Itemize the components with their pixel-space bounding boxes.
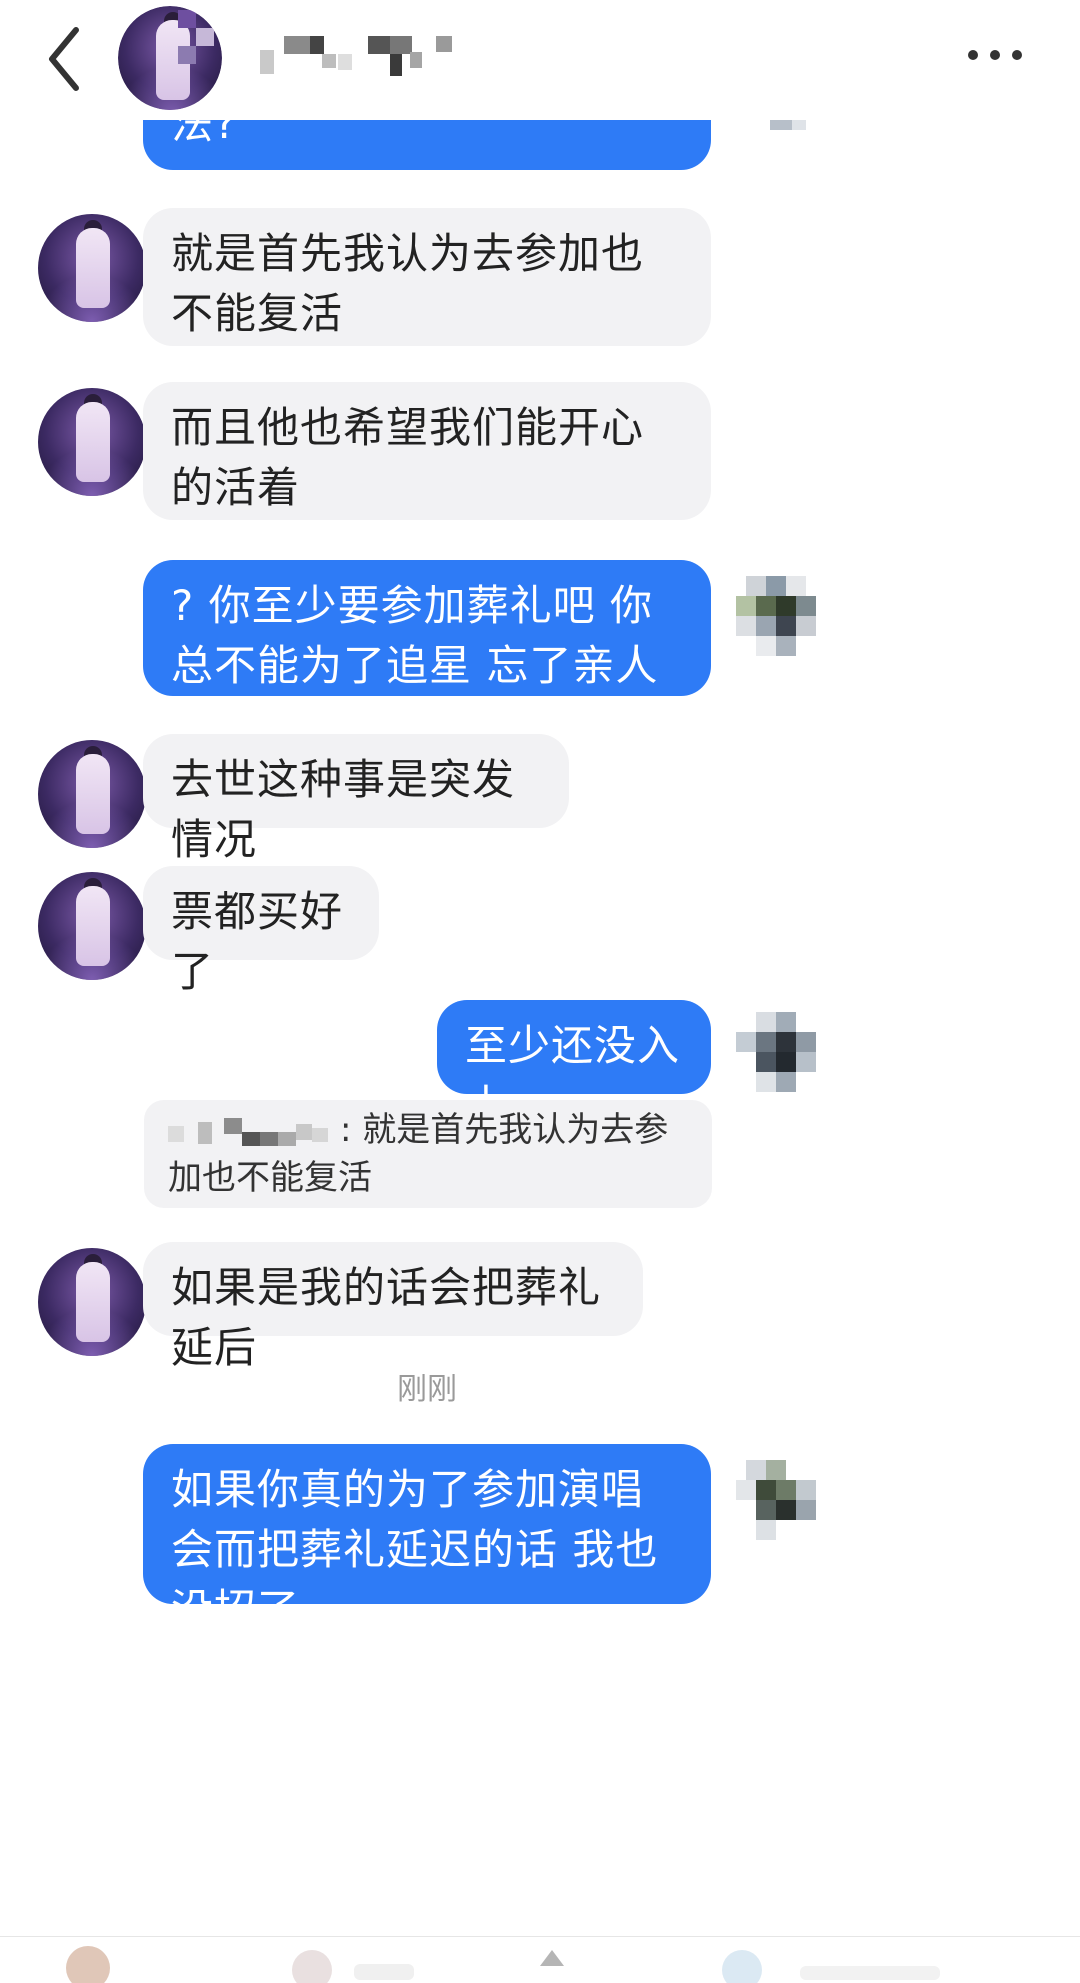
quote-separator: : [340,1110,352,1150]
contact-avatar[interactable] [118,6,222,110]
globe-icon [722,1950,762,1983]
bottom-toolbar [0,1936,1080,1983]
sticker-icon [292,1950,332,1983]
message-outgoing[interactable]: ? 你至少要参加葬礼吧 你总不能为了追星 忘了亲人吧 [143,560,711,750]
quoted-sender-pixelated [168,1117,328,1146]
self-avatar-pixelated [736,1012,816,1092]
message-incoming[interactable]: 如果是我的话会把葬礼延后 [143,1242,643,1372]
pixelated-overlay [178,10,214,64]
contact-avatar[interactable] [38,1248,146,1356]
message-text: 票都买好了 [171,887,344,996]
message-text: 如果你真的为了参加演唱会而把葬礼延迟的话 我也没招了 [171,1465,659,1634]
contact-avatar[interactable] [38,388,146,496]
more-horizontal-icon[interactable] [960,30,1030,80]
toolbar-pixelated [0,1936,1080,1983]
message-incoming[interactable]: 去世这种事是突发情况 [143,734,569,864]
message-text: 而且他也希望我们能开心的活着 [171,403,645,512]
message-text: 去世这种事是突发情况 [171,755,516,864]
chat-screen: 法? 就是首先我认为去参加也不能复活 而且他也希望我们能开心的活着 ? 你至少要… [0,0,1080,1983]
message-text: ? 你至少要参加葬礼吧 你总不能为了追星 忘了亲人吧 [171,581,659,750]
quoted-reply[interactable]: : 就是首先我认为去参加也不能复活 [144,1100,712,1208]
cat-icon [540,1950,564,1966]
chat-header [0,0,1080,120]
chevron-left-icon[interactable] [40,22,100,96]
self-avatar-pixelated [736,576,816,656]
contact-name-pixelated [260,36,452,76]
emoji-icon [66,1946,110,1983]
contact-avatar[interactable] [38,872,146,980]
self-avatar-pixelated [736,1460,816,1540]
message-text: 如果是我的话会把葬礼延后 [171,1263,602,1372]
message-outgoing[interactable]: 至少还没入土 [437,1000,711,1130]
message-incoming[interactable]: 就是首先我认为去参加也不能复活 [143,208,711,346]
contact-avatar[interactable] [38,214,146,322]
message-incoming[interactable]: 而且他也希望我们能开心的活着 [143,382,711,520]
message-text: 就是首先我认为去参加也不能复活 [171,229,645,338]
contact-avatar[interactable] [38,740,146,848]
message-outgoing[interactable]: 如果你真的为了参加演唱会而把葬礼延迟的话 我也没招了 [143,1444,711,1634]
timestamp: 刚刚 [397,1372,457,1407]
message-incoming[interactable]: 票都买好了 [143,866,379,996]
